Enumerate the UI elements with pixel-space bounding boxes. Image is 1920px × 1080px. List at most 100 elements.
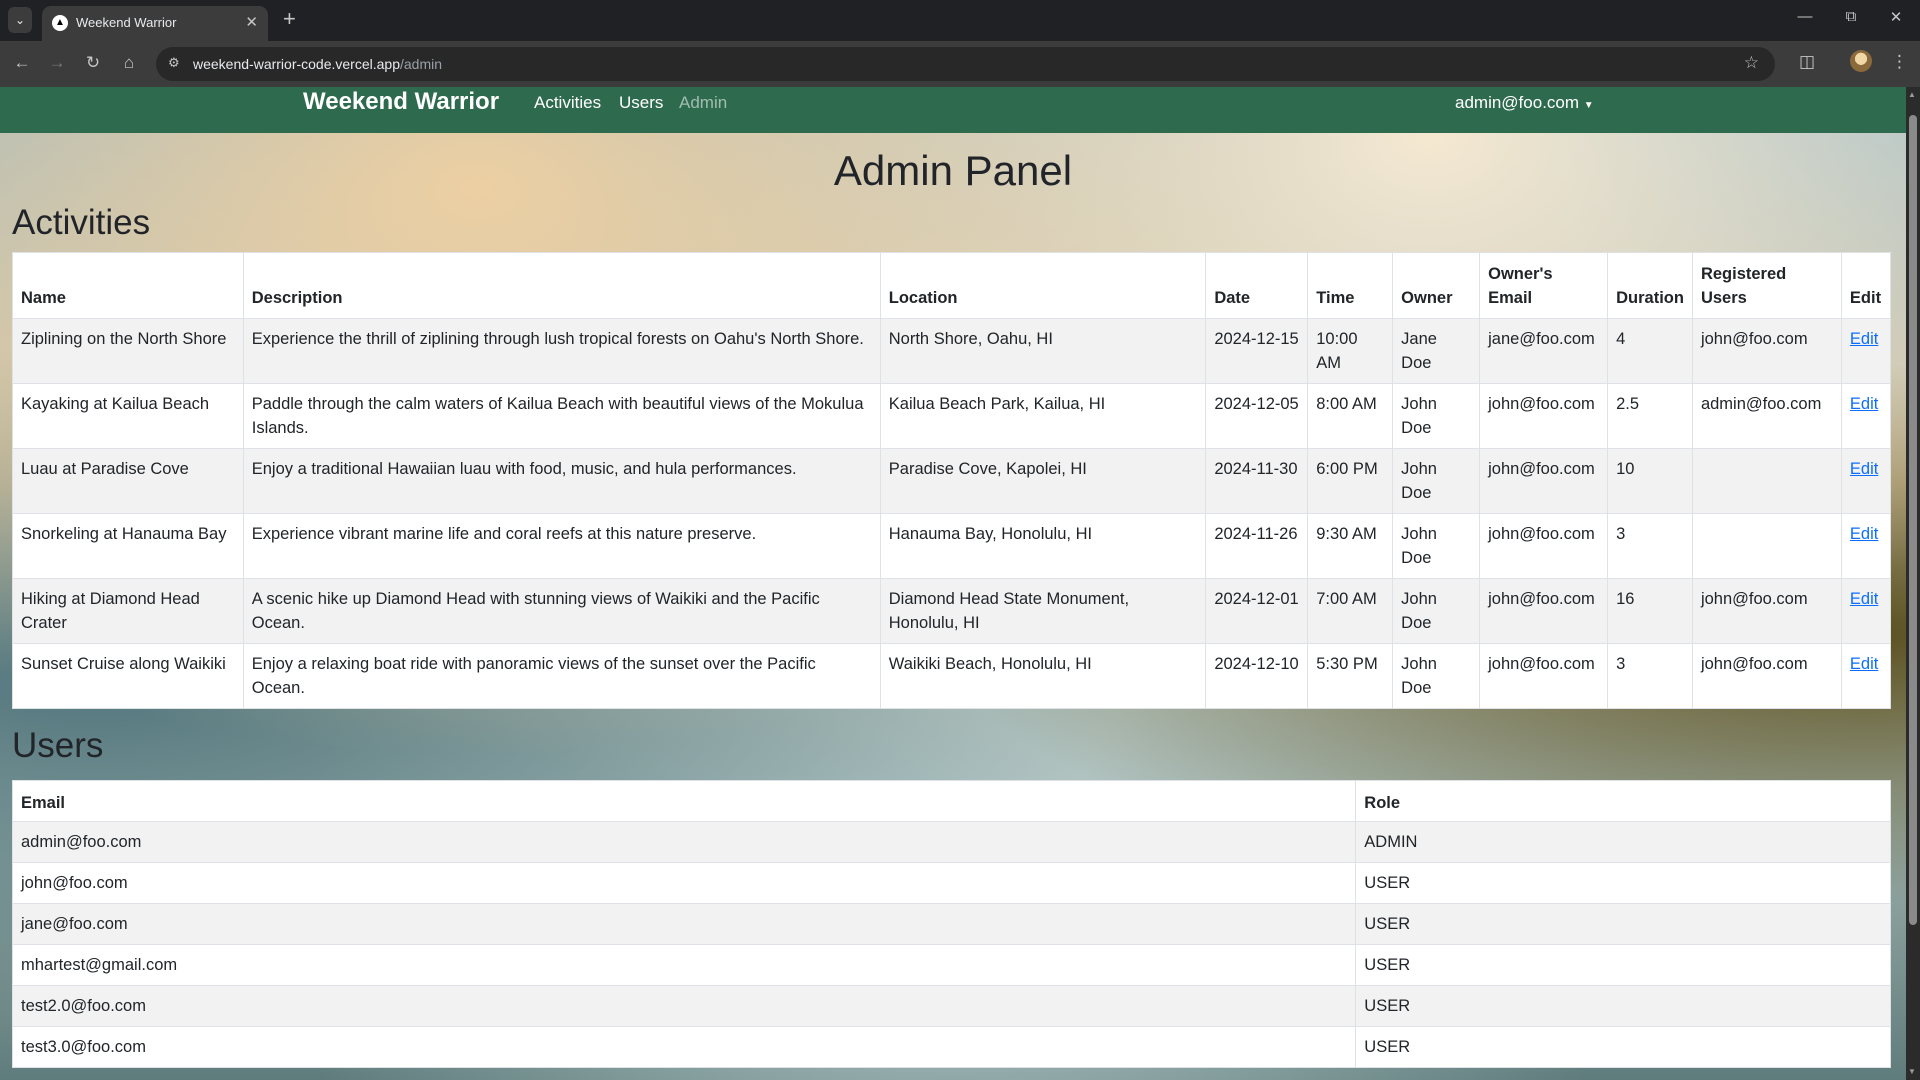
activities-table: Name Description Location Date Time Owne… xyxy=(12,252,1892,709)
page-viewport: Weekend Warrior Activities Users Admin a… xyxy=(0,87,1906,1080)
cell-duration: 16 xyxy=(1607,578,1693,644)
restore-icon[interactable]: ⧉ xyxy=(1836,8,1866,25)
edit-link[interactable]: Edit xyxy=(1850,460,1878,478)
cell-edit: Edit xyxy=(1840,383,1892,449)
cell-owner: John Doe xyxy=(1392,383,1481,449)
table-row: Hiking at Diamond Head Crater A scenic h… xyxy=(12,578,1892,644)
cell-edit: Edit xyxy=(1840,513,1892,579)
table-row: john@foo.com USER xyxy=(11,862,1891,904)
page-title: Admin Panel xyxy=(833,147,1073,194)
table-row: Snorkeling at Hanauma Bay Experience vib… xyxy=(12,513,1892,579)
table-row: Luau at Paradise Cove Enjoy a traditiona… xyxy=(12,448,1892,514)
col-location: Location xyxy=(879,252,1207,319)
table-header-row: Email Role xyxy=(11,780,1891,822)
cell-role: ADMIN xyxy=(1355,821,1891,863)
site-settings-icon[interactable]: ⚙ xyxy=(168,55,180,71)
browser-tab[interactable]: ▲ Weekend Warrior ✕ xyxy=(42,6,268,41)
cell-name: Ziplining on the North Shore xyxy=(12,318,244,384)
cell-date: 2024-12-15 xyxy=(1205,318,1309,384)
cell-edit: Edit xyxy=(1840,448,1892,514)
cell-description: A scenic hike up Diamond Head with stunn… xyxy=(242,578,881,644)
cell-time: 9:30 AM xyxy=(1307,513,1394,579)
cell-email: john@foo.com xyxy=(11,862,1357,904)
table-row: Kayaking at Kailua Beach Paddle through … xyxy=(12,383,1892,449)
cell-time: 10:00 AM xyxy=(1307,318,1394,384)
url-host: weekend-warrior-code.vercel.app xyxy=(193,56,400,72)
cell-registered-users: john@foo.com xyxy=(1691,318,1842,384)
nav-activities[interactable]: Activities xyxy=(534,93,601,113)
scroll-down-icon[interactable]: ▼ xyxy=(1908,1067,1916,1076)
url-path: /admin xyxy=(400,56,443,72)
user-email: admin@foo.com xyxy=(1455,93,1580,112)
cell-edit: Edit xyxy=(1840,318,1892,384)
users-table: Email Role admin@foo.com ADMIN john@foo.… xyxy=(11,780,1891,1068)
cell-date: 2024-11-30 xyxy=(1205,448,1309,514)
cell-description: Paddle through the calm waters of Kailua… xyxy=(242,383,881,449)
col-duration: Duration xyxy=(1607,252,1693,319)
col-role: Role xyxy=(1355,780,1891,822)
caret-down-icon: ▼ xyxy=(1583,100,1594,111)
table-row: Sunset Cruise along Waikiki Enjoy a rela… xyxy=(12,643,1892,709)
more-icon[interactable]: ⋮ xyxy=(1891,52,1908,72)
cell-owner-email: john@foo.com xyxy=(1479,578,1609,644)
cell-edit: Edit xyxy=(1840,643,1892,709)
cell-duration: 10 xyxy=(1607,448,1693,514)
address-bar[interactable]: ⚙ weekend-warrior-code.vercel.app/admin … xyxy=(156,47,1775,81)
cell-registered-users: john@foo.com xyxy=(1691,643,1842,709)
home-icon[interactable]: ⌂ xyxy=(118,53,140,73)
col-owner: Owner xyxy=(1392,252,1481,319)
col-date: Date xyxy=(1205,252,1309,319)
cell-name: Kayaking at Kailua Beach xyxy=(12,383,244,449)
scrollbar-thumb[interactable] xyxy=(1909,115,1917,925)
extensions-icon[interactable]: ◫ xyxy=(1799,52,1815,72)
cell-location: Hanauma Bay, Honolulu, HI xyxy=(879,513,1207,579)
favicon-icon: ▲ xyxy=(52,15,68,31)
edit-link[interactable]: Edit xyxy=(1850,590,1878,608)
window-close-icon[interactable]: ✕ xyxy=(1881,8,1911,26)
tab-search-icon[interactable]: ⌄ xyxy=(8,7,32,33)
plus-icon[interactable]: + xyxy=(283,7,296,31)
cell-email: test3.0@foo.com xyxy=(11,1026,1357,1068)
col-registered-users: Registered Users xyxy=(1691,252,1842,319)
table-row: mhartest@gmail.com USER xyxy=(11,944,1891,986)
edit-link[interactable]: Edit xyxy=(1850,330,1878,348)
cell-description: Enjoy a traditional Hawaiian luau with f… xyxy=(242,448,881,514)
star-icon[interactable]: ☆ xyxy=(1744,53,1759,73)
cell-owner-email: john@foo.com xyxy=(1479,383,1609,449)
cell-description: Enjoy a relaxing boat ride with panorami… xyxy=(242,643,881,709)
cell-description: Experience vibrant marine life and coral… xyxy=(242,513,881,579)
cell-name: Snorkeling at Hanauma Bay xyxy=(12,513,244,579)
cell-owner: John Doe xyxy=(1392,643,1481,709)
cell-name: Sunset Cruise along Waikiki xyxy=(12,643,244,709)
url-text[interactable]: weekend-warrior-code.vercel.app/admin xyxy=(193,56,442,72)
cell-location: Diamond Head State Monument, Honolulu, H… xyxy=(879,578,1207,644)
close-icon[interactable]: ✕ xyxy=(245,13,258,31)
cell-role: USER xyxy=(1355,862,1891,904)
cell-email: test2.0@foo.com xyxy=(11,985,1357,1027)
cell-registered-users xyxy=(1691,448,1842,514)
cell-role: USER xyxy=(1355,944,1891,986)
scroll-up-icon[interactable]: ▲ xyxy=(1908,90,1916,99)
edit-link[interactable]: Edit xyxy=(1850,655,1878,673)
cell-owner: John Doe xyxy=(1392,448,1481,514)
table-header-row: Name Description Location Date Time Owne… xyxy=(12,252,1892,319)
nav-users[interactable]: Users xyxy=(619,93,663,113)
col-owner-email: Owner's Email xyxy=(1479,252,1609,319)
nav-admin[interactable]: Admin xyxy=(679,93,727,113)
cell-date: 2024-12-10 xyxy=(1205,643,1309,709)
edit-link[interactable]: Edit xyxy=(1850,395,1878,413)
profile-avatar-icon[interactable] xyxy=(1850,50,1872,72)
brand-logo[interactable]: Weekend Warrior xyxy=(303,88,499,116)
page-scrollbar[interactable]: ▲ ▼ xyxy=(1906,87,1920,1080)
reload-icon[interactable]: ↻ xyxy=(82,53,104,73)
browser-tabstrip: ⌄ ▲ Weekend Warrior ✕ + — ⧉ ✕ xyxy=(0,0,1920,41)
forward-arrow-icon[interactable]: → xyxy=(46,53,68,73)
user-dropdown[interactable]: admin@foo.com ▼ xyxy=(1455,93,1594,113)
cell-role: USER xyxy=(1355,1026,1891,1068)
minimize-icon[interactable]: — xyxy=(1790,8,1820,25)
cell-time: 8:00 AM xyxy=(1307,383,1394,449)
cell-description: Experience the thrill of ziplining throu… xyxy=(242,318,881,384)
edit-link[interactable]: Edit xyxy=(1850,525,1878,543)
cell-owner: John Doe xyxy=(1392,513,1481,579)
back-arrow-icon[interactable]: ← xyxy=(11,53,33,73)
